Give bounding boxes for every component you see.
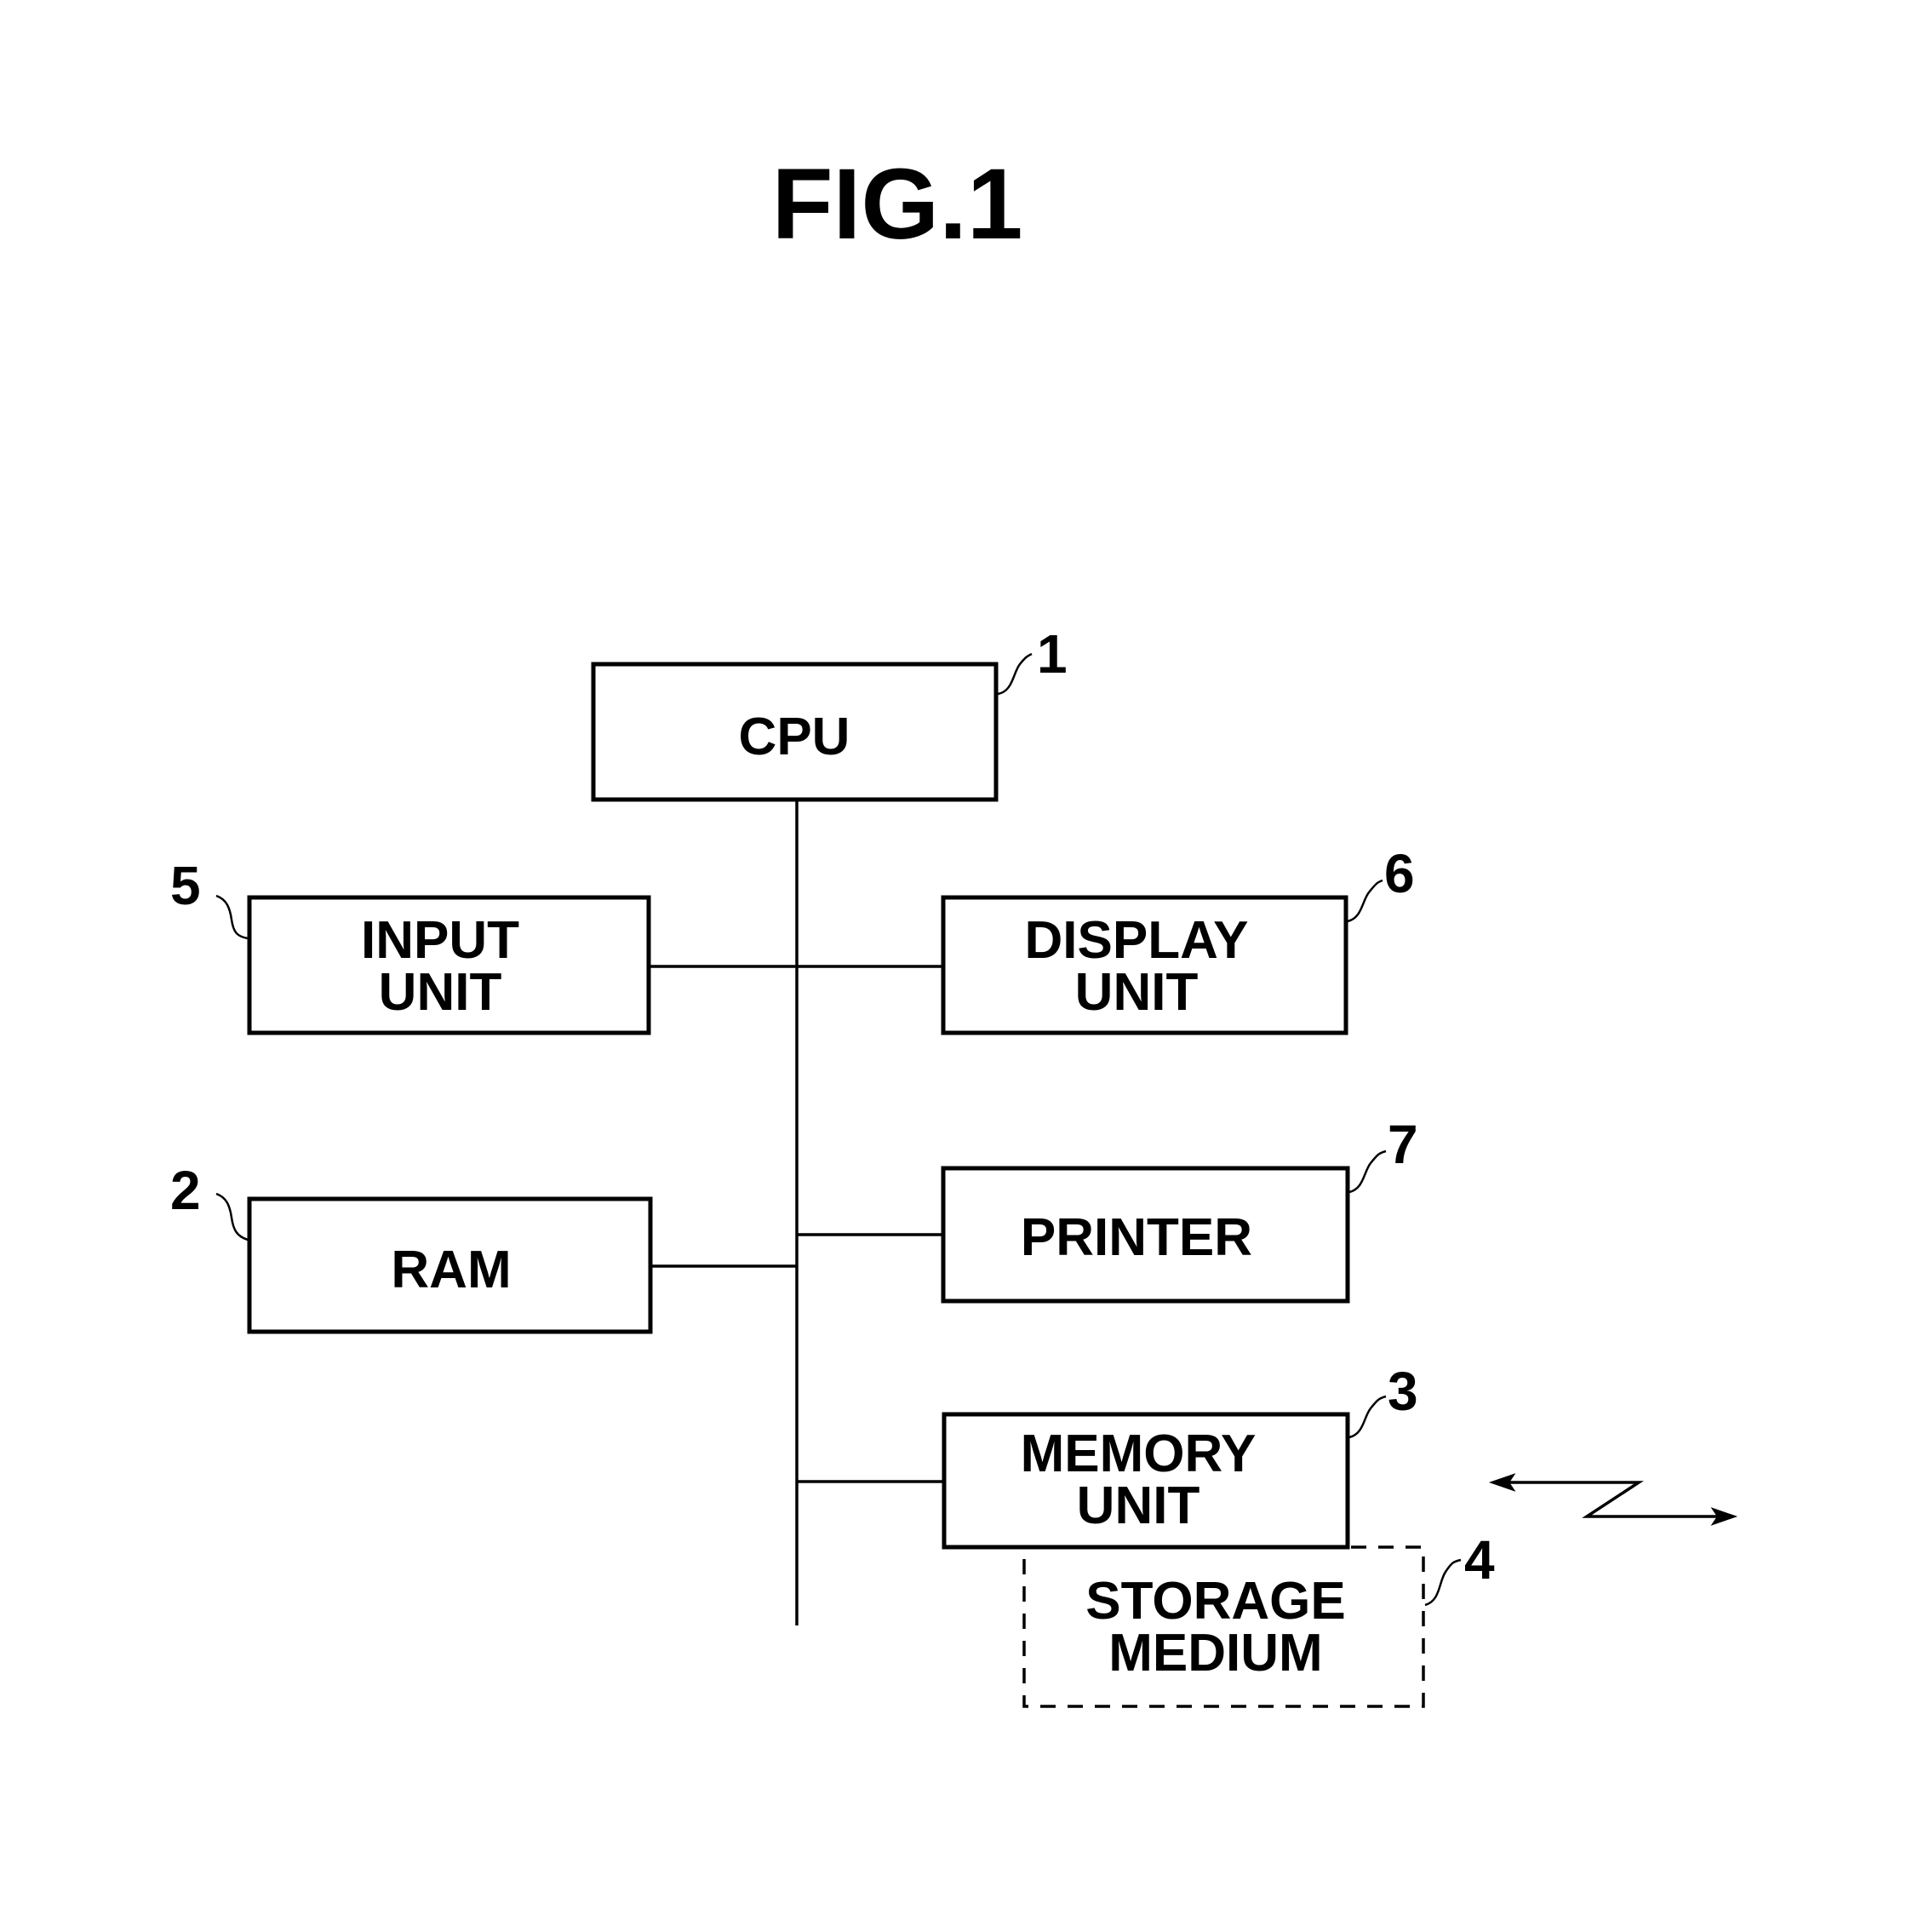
memory-unit-label-line2: UNIT (1077, 1476, 1200, 1535)
input-unit-ref-number: 5 (170, 855, 201, 916)
block-diagram: FIG.1 CPU 1 INPUT UNIT 5 DISPLAY UNIT 6 … (170, 148, 1738, 1708)
cpu-label: CPU (739, 708, 850, 766)
ram-leader-line (215, 1192, 249, 1241)
storage-medium-leader-line (1424, 1558, 1462, 1607)
input-unit-label-line1: INPUT (361, 911, 519, 970)
cpu-block: CPU 1 (591, 623, 1068, 802)
printer-label: PRINTER (1021, 1208, 1252, 1267)
memory-unit-leader-line (1348, 1395, 1387, 1439)
input-unit-leader-line (215, 894, 249, 940)
display-unit-label-line2: UNIT (1075, 963, 1199, 1022)
ram-label: RAM (391, 1241, 511, 1299)
cpu-ref-number: 1 (1037, 623, 1068, 685)
storage-medium-label-line2: MEDIUM (1108, 1624, 1322, 1683)
display-unit-leader-line (1347, 879, 1383, 923)
display-unit-label-line1: DISPLAY (1024, 911, 1248, 970)
storage-medium-ref-number: 4 (1464, 1529, 1495, 1591)
cpu-leader-line (997, 652, 1033, 696)
communication-zigzag (1507, 1481, 1720, 1518)
communication-arrow-icon (1488, 1473, 1738, 1526)
display-unit-ref-number: 6 (1384, 843, 1415, 904)
memory-unit-label-line1: MEMORY (1021, 1425, 1257, 1483)
printer-ref-number: 7 (1388, 1114, 1418, 1175)
input-unit-label-line2: UNIT (379, 963, 502, 1022)
printer-leader-line (1348, 1149, 1387, 1194)
storage-medium-label-line1: STORAGE (1085, 1572, 1345, 1631)
memory-unit-ref-number: 3 (1388, 1361, 1418, 1422)
ram-ref-number: 2 (170, 1160, 201, 1221)
memory-unit-block: MEMORY UNIT 3 (942, 1361, 1418, 1550)
display-unit-block: DISPLAY UNIT 6 (941, 843, 1415, 1035)
ram-block: RAM 2 (170, 1160, 653, 1334)
input-unit-block: INPUT UNIT 5 (170, 855, 651, 1035)
printer-block: PRINTER 7 (941, 1114, 1418, 1304)
figure-title: FIG.1 (771, 148, 1022, 261)
storage-medium-block: STORAGE MEDIUM 4 (1022, 1529, 1495, 1708)
